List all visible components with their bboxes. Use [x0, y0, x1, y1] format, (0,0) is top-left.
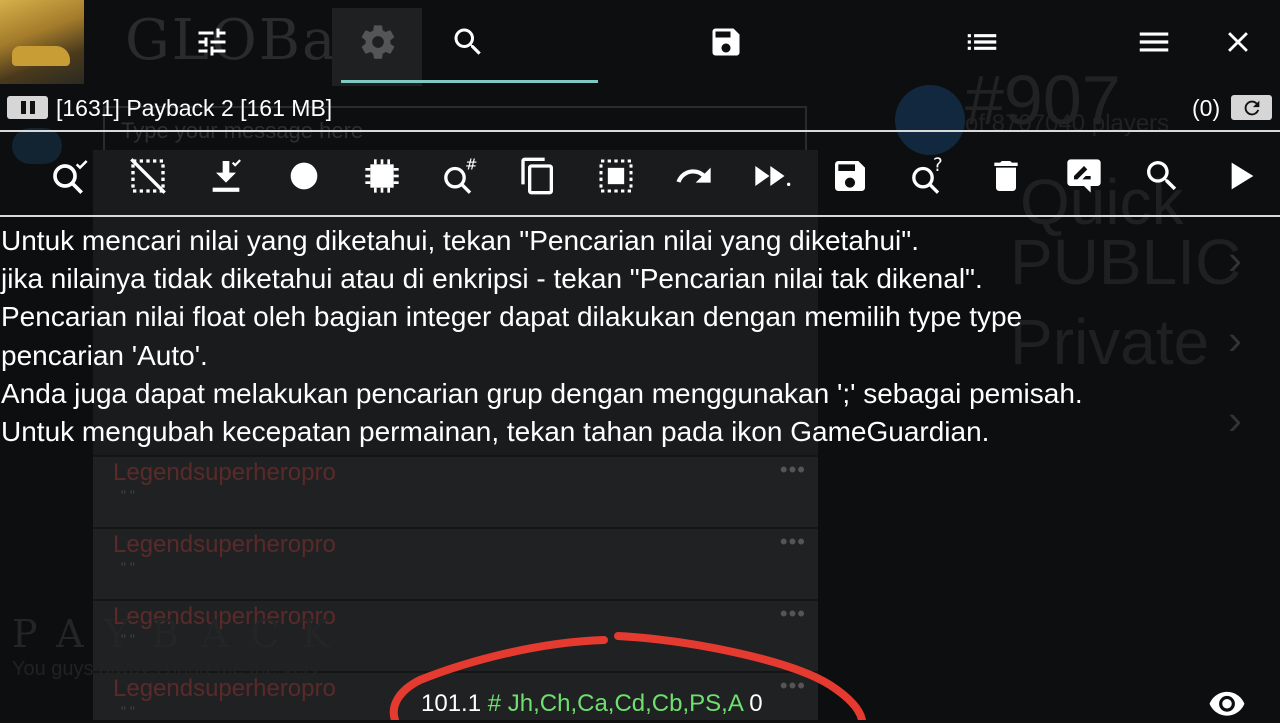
search-ranges-label: # Jh,Ch,Ca,Cd,Cb,PS,A	[487, 690, 743, 717]
status-line[interactable]: 101.1 # Jh,Ch,Ca,Cd,Cb,PS,A 0	[421, 690, 763, 718]
red-annotation-circle	[389, 632, 866, 720]
value-label: 0	[749, 690, 763, 717]
eye-icon[interactable]	[1208, 688, 1246, 723]
version-label: 101.1	[421, 690, 482, 717]
